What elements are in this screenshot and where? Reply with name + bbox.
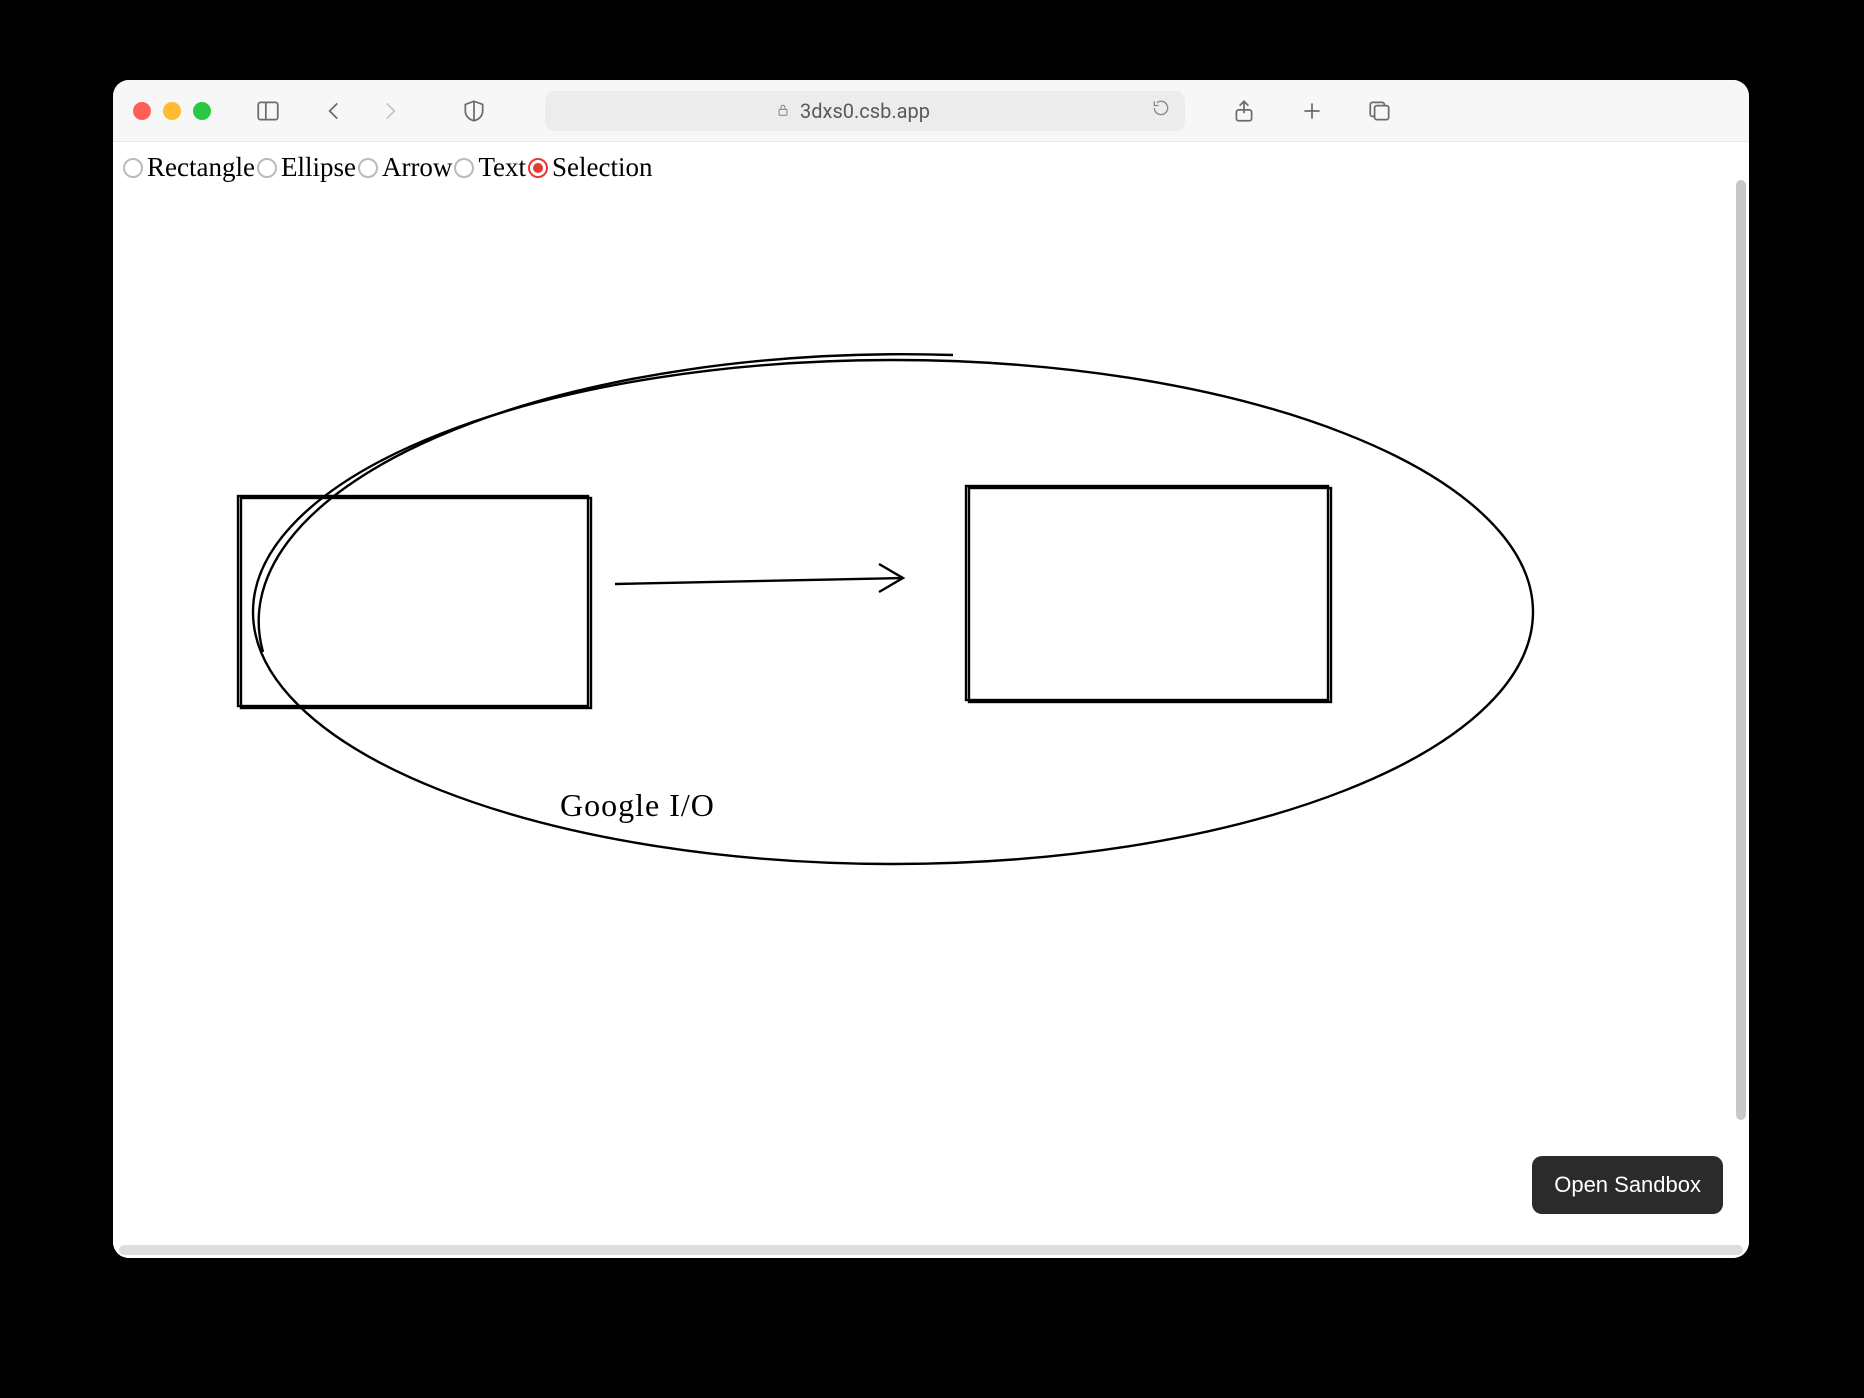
close-window-button[interactable] — [133, 102, 151, 120]
reload-icon[interactable] — [1151, 98, 1171, 123]
fullscreen-window-button[interactable] — [193, 102, 211, 120]
lock-icon — [775, 99, 791, 123]
vertical-scrollbar[interactable] — [1736, 180, 1746, 1120]
browser-window: 3dxs0.csb.app RectangleEllipseArrowTextS… — [113, 80, 1749, 1258]
canvas-text-label[interactable]: Google I/O — [560, 787, 715, 824]
shield-icon[interactable] — [455, 92, 493, 130]
traffic-lights — [133, 102, 211, 120]
titlebar: 3dxs0.csb.app — [113, 80, 1749, 142]
open-sandbox-button[interactable]: Open Sandbox — [1532, 1156, 1723, 1214]
canvas-svg[interactable] — [113, 142, 1713, 1092]
sidebar-toggle-icon[interactable] — [249, 92, 287, 130]
drawing-canvas[interactable]: Google I/O — [113, 142, 1749, 1258]
tabs-icon[interactable] — [1361, 92, 1399, 130]
forward-button — [371, 92, 409, 130]
address-bar[interactable]: 3dxs0.csb.app — [545, 91, 1185, 131]
share-icon[interactable] — [1225, 92, 1263, 130]
page-content: RectangleEllipseArrowTextSelection Googl… — [113, 142, 1749, 1258]
minimize-window-button[interactable] — [163, 102, 181, 120]
back-button[interactable] — [315, 92, 353, 130]
new-tab-button[interactable] — [1293, 92, 1331, 130]
url-text: 3dxs0.csb.app — [800, 99, 930, 123]
horizontal-scrollbar[interactable] — [119, 1245, 1743, 1255]
